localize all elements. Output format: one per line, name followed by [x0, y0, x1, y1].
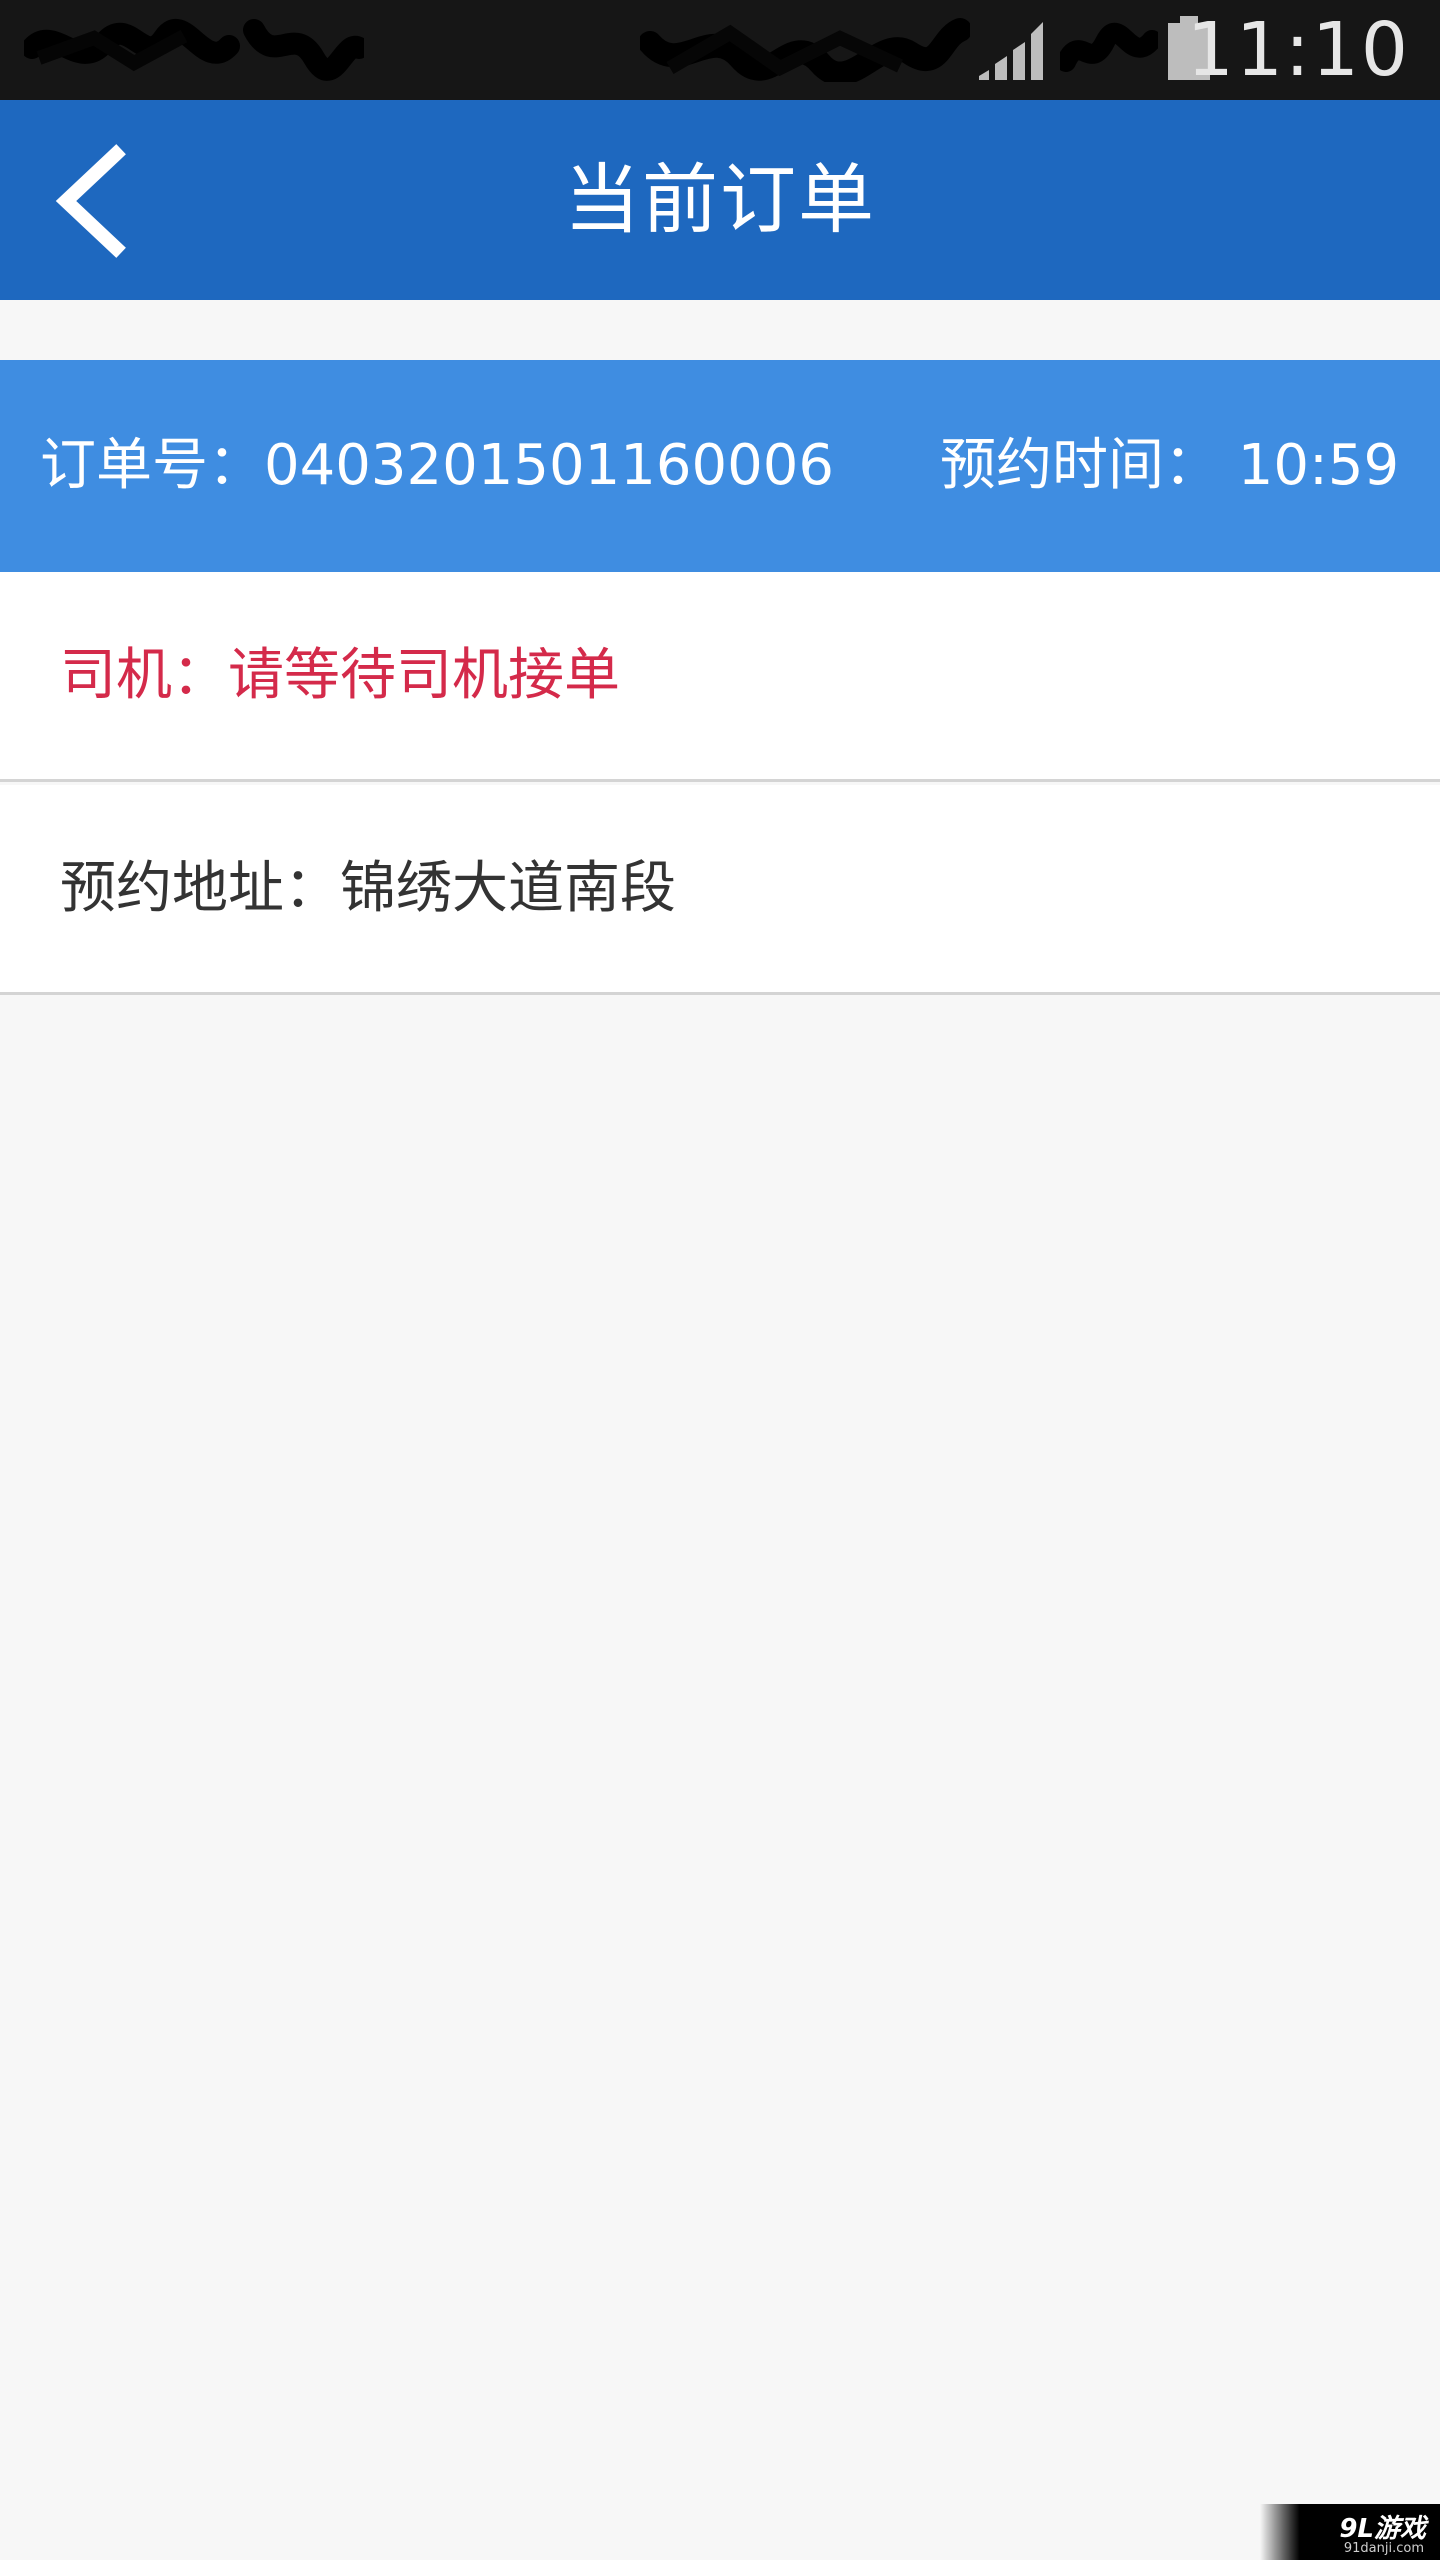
signal-icon [979, 22, 1043, 80]
app-bar: 当前订单 [0, 100, 1440, 300]
driver-status: 司机：请等待司机接单 [60, 643, 620, 708]
order-header: 订单号：0403201501160006 预约时间： 10:59 [0, 360, 1440, 572]
watermark-url: 91danji.com [1343, 2541, 1424, 2556]
redacted-status-icons [24, 19, 364, 81]
reservation-address: 预约地址：锦绣大道南段 [60, 856, 676, 921]
driver-row: 司机：请等待司机接单 [0, 572, 1440, 782]
address-row: 预约地址：锦绣大道南段 [0, 785, 1440, 995]
page-title: 当前订单 [564, 155, 876, 244]
watermark-logo: 9L游戏 [1339, 2514, 1426, 2544]
watermark: 9L游戏 91danji.com [1260, 2504, 1440, 2560]
redacted-notification-icons [640, 18, 970, 82]
status-clock: 11:10 [1186, 7, 1410, 93]
reservation-time: 预约时间： 10:59 [940, 433, 1400, 498]
back-button[interactable] [36, 136, 166, 266]
status-bar: 11:10 [0, 0, 1440, 100]
chevron-left-icon [55, 144, 126, 258]
order-number: 订单号：0403201501160006 [40, 433, 835, 498]
redacted-network-icon [1060, 22, 1158, 72]
